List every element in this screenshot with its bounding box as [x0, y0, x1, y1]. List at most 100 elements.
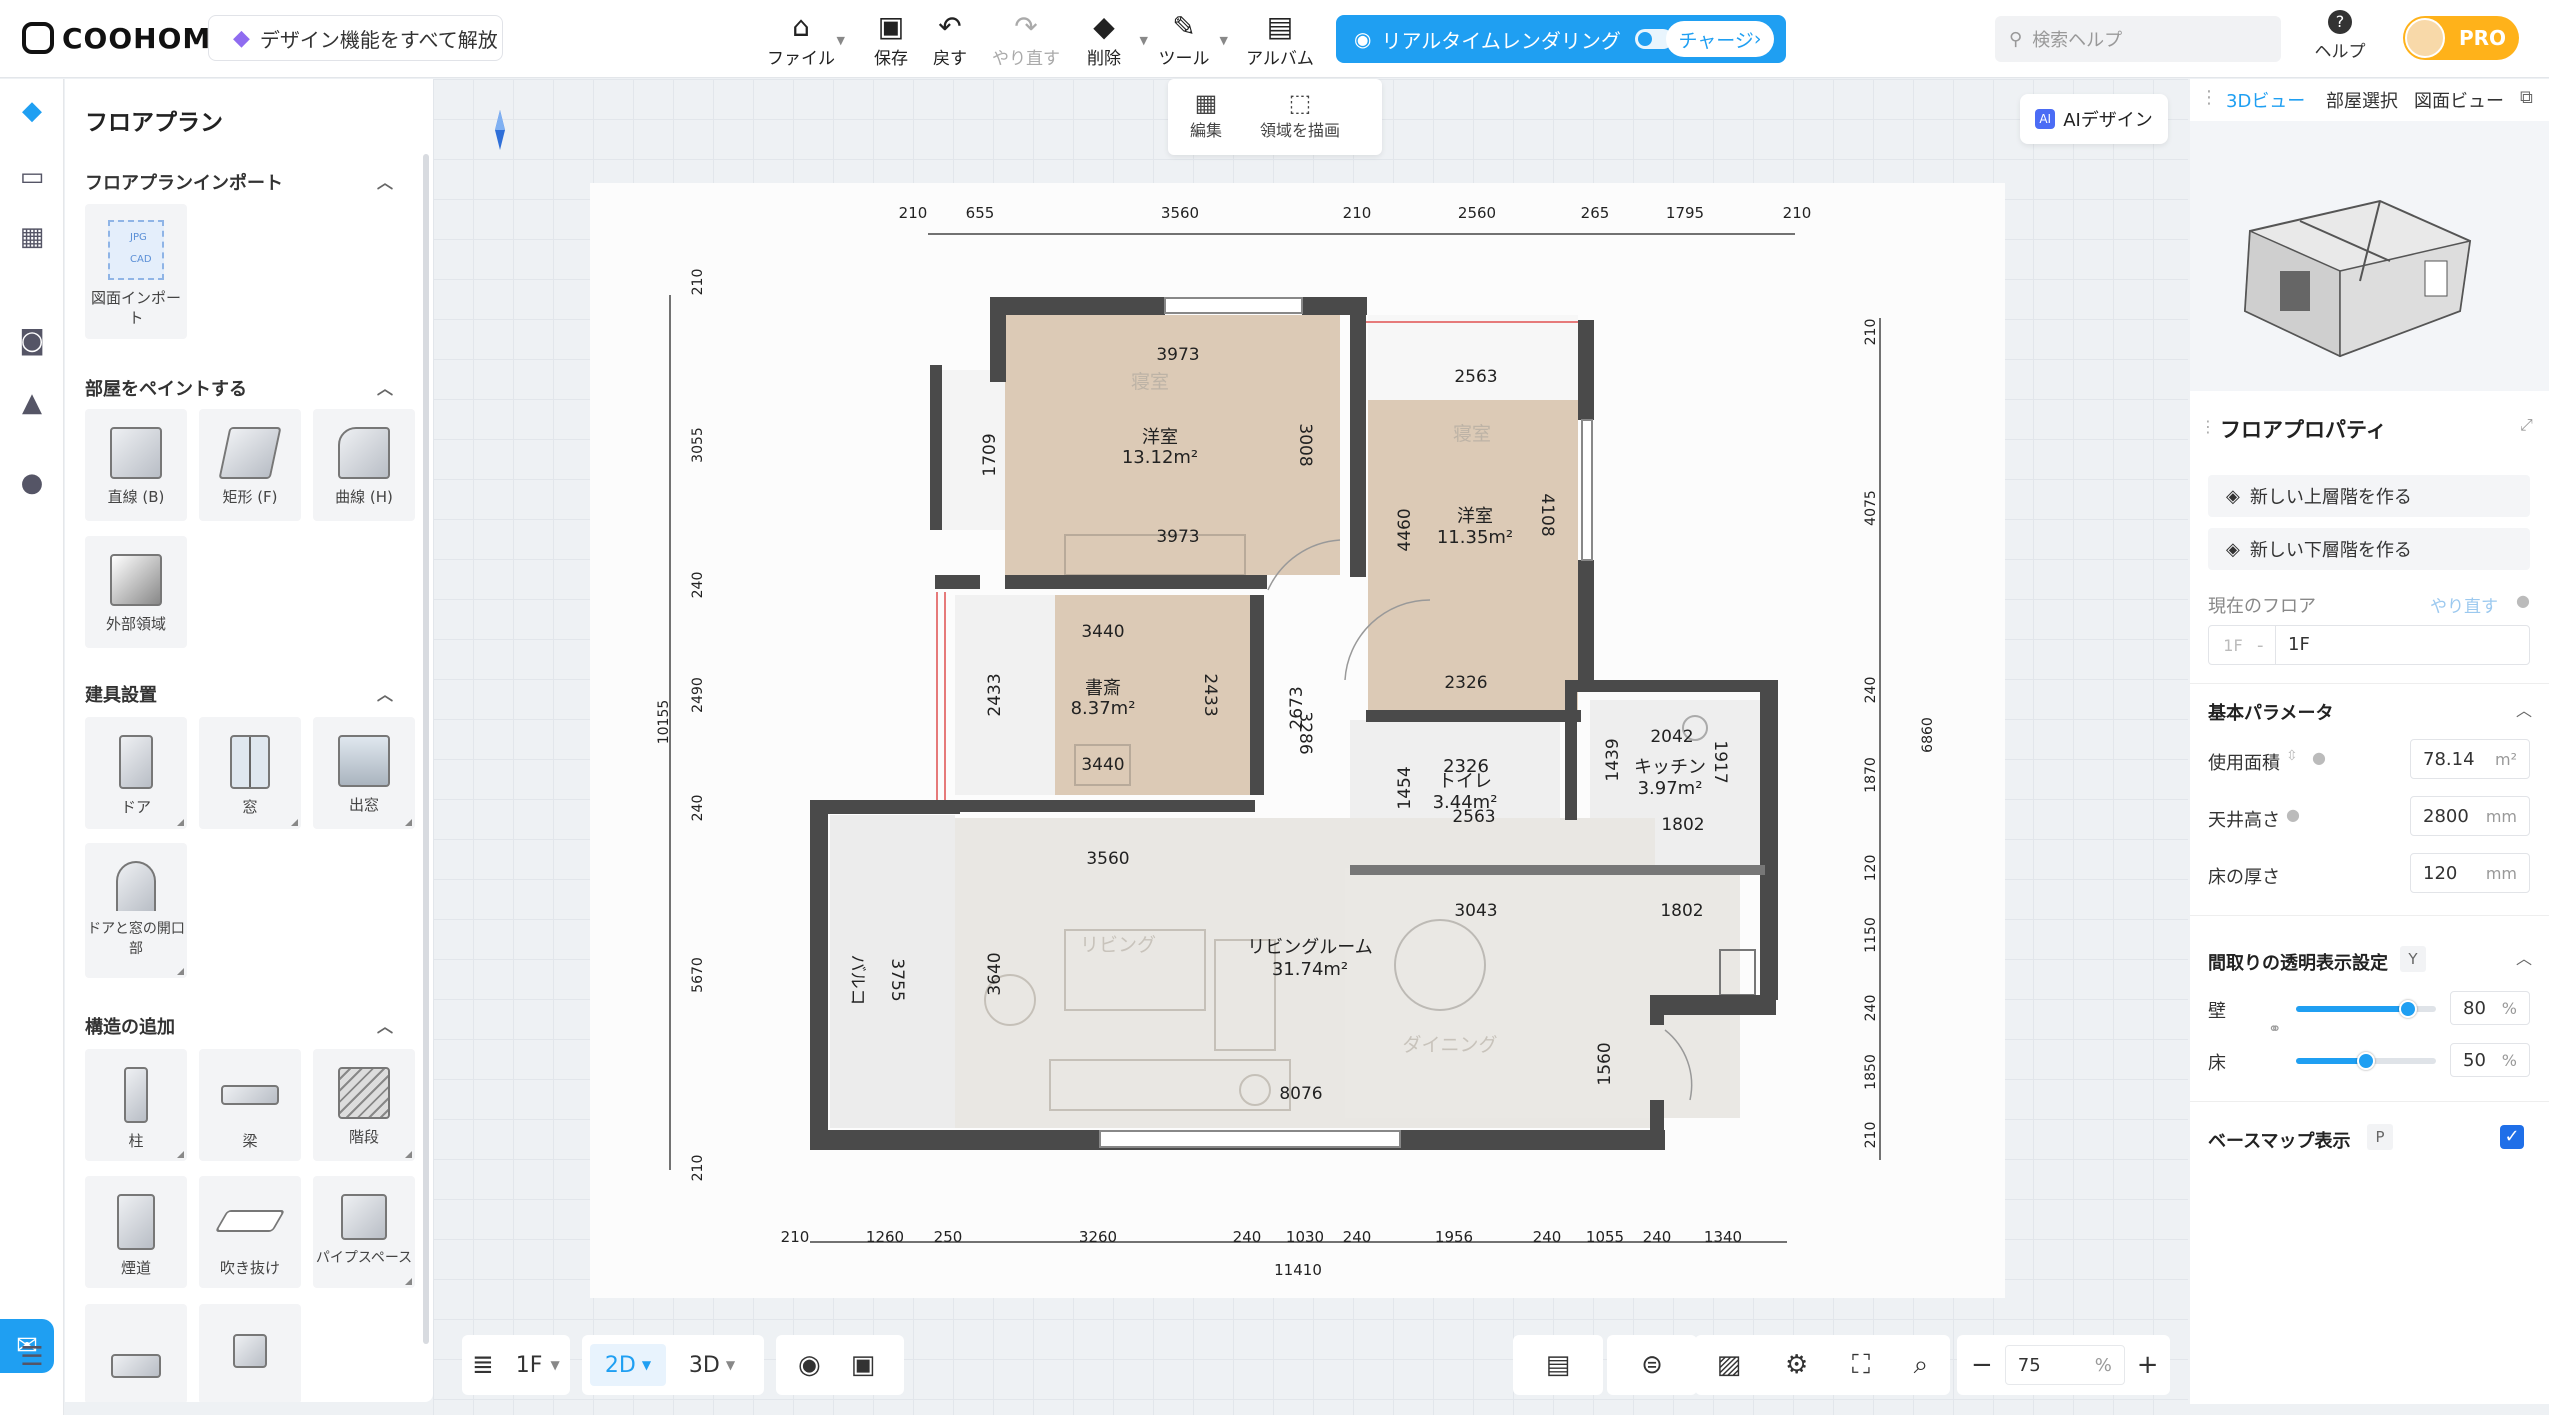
- area-input[interactable]: 78.14 m²: [2410, 739, 2530, 779]
- transparency-title: 間取りの透明表示設定: [2208, 953, 2388, 974]
- tab-room-select[interactable]: 部屋選択: [2326, 87, 2398, 113]
- dim-label: 240: [690, 572, 706, 599]
- slider-knob[interactable]: [2357, 1052, 2375, 1070]
- floorplan-drawing[interactable]: 210 655 3560 210 2560 265 1795 210 210 1…: [0, 0, 2549, 1415]
- dim-label: 1150: [1863, 917, 1879, 953]
- dim-label: 5670: [690, 957, 706, 993]
- wall: [1656, 995, 1776, 1015]
- current-floor-select[interactable]: 1F - 1F: [2208, 625, 2530, 665]
- dim-label: 1340: [1704, 1228, 1742, 1246]
- dim-label: 3973: [1156, 527, 1199, 547]
- sort-icon[interactable]: ⇳: [2286, 748, 2298, 764]
- dim-label: 4460: [1395, 508, 1415, 551]
- expand-icon[interactable]: ⤢: [2520, 415, 2533, 435]
- bottom-dimension-labels: 210 1260 250 3260 240 1030 240 1956 240 …: [781, 1228, 1742, 1279]
- wall: [1350, 865, 1765, 875]
- dim-total-label: 11410: [1274, 1261, 1322, 1279]
- room-dim: 2326: [1443, 756, 1489, 777]
- image-icon[interactable]: ▨: [1717, 1350, 1742, 1380]
- zoom-input[interactable]: 75%: [2004, 1345, 2125, 1385]
- dim-label: 2433: [985, 673, 1005, 716]
- chevron-up-icon[interactable]: ︿: [2516, 945, 2532, 969]
- basemap-checkbox[interactable]: ✓: [2500, 1125, 2524, 1149]
- lock-button[interactable]: ▤: [1513, 1335, 1603, 1395]
- layers-icon: ≣: [472, 1350, 494, 1380]
- mode-3d-button[interactable]: 3D ▼: [674, 1353, 750, 1378]
- wall: [955, 800, 1255, 812]
- window: [1581, 419, 1593, 561]
- room-fill-bedroom-2: [1368, 400, 1578, 720]
- wall: [1366, 710, 1581, 722]
- zoom-area-icon[interactable]: ⌕: [1914, 1350, 1929, 1381]
- dim-label: 210: [690, 269, 706, 296]
- dim-label: 210: [1783, 204, 1812, 222]
- dim-label: 1030: [1286, 1228, 1324, 1246]
- floor-opacity-input[interactable]: 50%: [2450, 1043, 2530, 1077]
- dim-label: 3640: [985, 952, 1005, 995]
- canvas-tools: ▨ ⚙ ⛶ ⌕: [1695, 1335, 1950, 1395]
- floor-opacity-label: 床: [2208, 1053, 2226, 1074]
- zoom-out-icon[interactable]: −: [1971, 1350, 1993, 1380]
- layers-up-icon: ◈: [2226, 485, 2240, 507]
- dim-label: 210: [1863, 1122, 1879, 1149]
- dim-label: 1956: [1435, 1228, 1473, 1246]
- balcony-label: バルコ: [847, 955, 867, 1006]
- link-icon[interactable]: ⚭: [2268, 1019, 2281, 1038]
- wall: [990, 297, 1006, 382]
- dim-label: 2490: [690, 677, 706, 713]
- room-fill-closet: [955, 595, 1055, 795]
- room-name: 洋室: [1142, 427, 1178, 448]
- dim-label: 240: [1863, 995, 1879, 1022]
- new-upper-floor-button[interactable]: ◈ 新しい上層階を作る: [2208, 475, 2530, 517]
- dim-label: 120: [1863, 855, 1879, 882]
- eye-icon[interactable]: ◉: [798, 1350, 821, 1380]
- settings-frame-icon[interactable]: ⚙: [1785, 1350, 1808, 1380]
- zoom-in-icon[interactable]: +: [2137, 1350, 2159, 1380]
- slider-fill: [2296, 1058, 2366, 1064]
- wall: [1005, 575, 1267, 589]
- tab-3d-view[interactable]: 3Dビュー: [2226, 87, 2305, 113]
- ceiling-height-input[interactable]: 2800 mm: [2410, 796, 2530, 836]
- wall-opacity-input[interactable]: 80%: [2450, 991, 2530, 1025]
- ghost-label: ダイニング: [1402, 1034, 1497, 1056]
- cube-view-icon[interactable]: ▣: [851, 1350, 876, 1380]
- tab-plan-view[interactable]: 図面ビュー: [2414, 87, 2504, 113]
- dim-total-label: 10155: [656, 700, 672, 745]
- toggle-settings-button[interactable]: ⊜: [1607, 1335, 1697, 1395]
- dim-label: 1439: [1603, 738, 1623, 781]
- right-dimension-labels: 210 4075 240 1870 120 1150 240 1850 210 …: [1863, 319, 1936, 1149]
- chevron-up-icon[interactable]: ︿: [2516, 697, 2532, 721]
- 3d-preview[interactable]: [2190, 121, 2549, 391]
- basic-params-title: 基本パラメータ: [2208, 703, 2334, 724]
- dim-label: 2042: [1650, 727, 1693, 747]
- drag-handle-icon[interactable]: ⋮: [2200, 417, 2216, 436]
- dim-label: 240: [1233, 1228, 1262, 1246]
- dim-label: 3286: [1295, 711, 1315, 754]
- slider-knob[interactable]: [2399, 1000, 2417, 1018]
- mode-2d-button[interactable]: 2D ▼: [590, 1344, 666, 1386]
- toggle-icon: ⊜: [1641, 1350, 1663, 1380]
- fit-screen-icon[interactable]: ⛶: [1852, 1350, 1870, 1381]
- new-lower-floor-button[interactable]: ◈ 新しい下層階を作る: [2208, 528, 2530, 570]
- info-icon: ●: [2286, 805, 2300, 824]
- expand-icon[interactable]: ⧉: [2520, 87, 2533, 108]
- top-dimension-labels: 210 655 3560 210 2560 265 1795 210: [899, 204, 1812, 222]
- ghost-label: 寝室: [1453, 423, 1491, 445]
- wall: [810, 800, 960, 814]
- wall: [1565, 680, 1765, 692]
- window: [1164, 297, 1303, 314]
- wall: [810, 800, 828, 1150]
- dim-label: 240: [1643, 1228, 1672, 1246]
- dim-label: 3755: [887, 958, 907, 1001]
- chevron-down-icon: ▼: [641, 1358, 652, 1372]
- drag-handle-icon[interactable]: ⋮: [2200, 87, 2218, 108]
- dim-label: 2326: [1444, 673, 1487, 693]
- dim-label: 1802: [1661, 815, 1704, 835]
- dim-label: 240: [1533, 1228, 1562, 1246]
- floor-selector[interactable]: ≣ 1F ▼: [462, 1335, 570, 1395]
- floor-thickness-input[interactable]: 120 mm: [2410, 853, 2530, 893]
- redo-link[interactable]: やり直す: [2430, 592, 2498, 617]
- wall-opacity-label: 壁: [2208, 1001, 2226, 1022]
- wall-opacity-slider[interactable]: [2296, 1000, 2436, 1018]
- floor-opacity-slider[interactable]: [2296, 1052, 2436, 1070]
